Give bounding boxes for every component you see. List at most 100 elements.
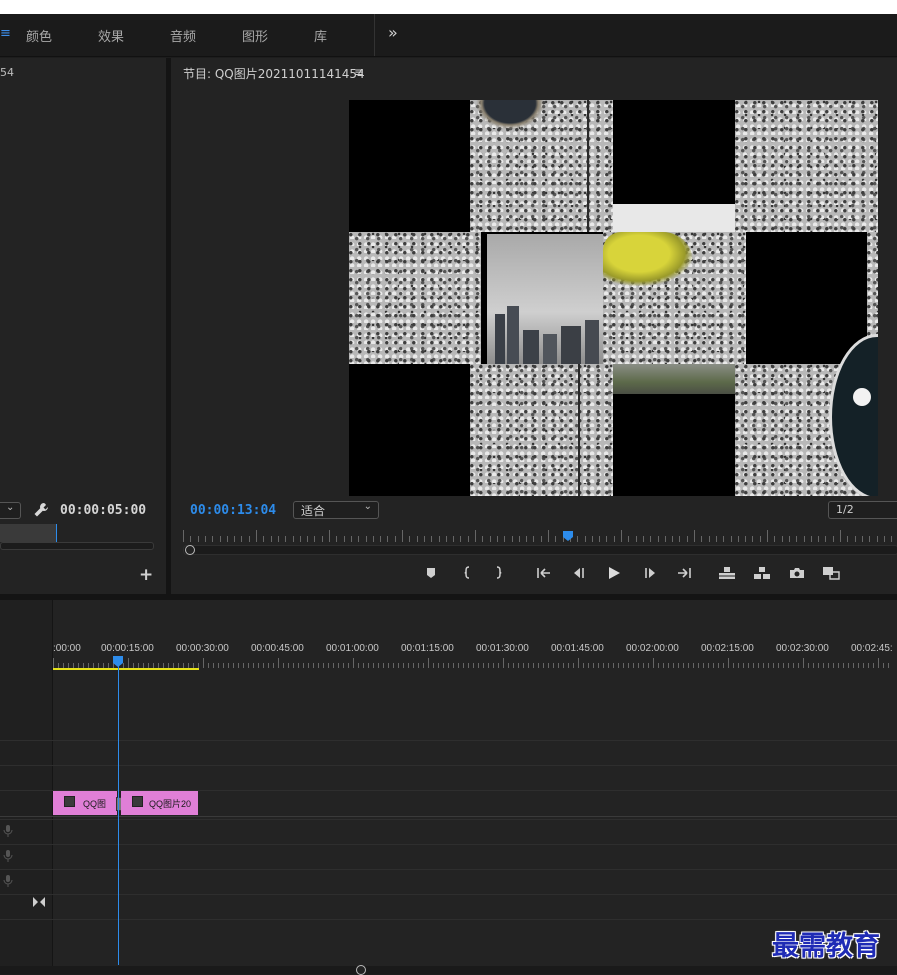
microphone-icon[interactable] xyxy=(3,875,13,887)
ruler-tick xyxy=(603,663,604,668)
ruler-tick xyxy=(508,663,509,668)
ruler-tick xyxy=(577,536,579,542)
ruler-label: 00:00:30:00 xyxy=(176,643,229,654)
ruler-tick xyxy=(431,536,433,542)
mark-out-icon[interactable] xyxy=(490,566,508,580)
ruler-tick xyxy=(323,663,324,668)
timeline-playhead-line[interactable] xyxy=(118,665,119,965)
mark-in-icon[interactable] xyxy=(458,566,476,580)
ruler-tick xyxy=(263,663,264,668)
ruler-tick xyxy=(413,663,414,668)
ruler-tick xyxy=(728,658,729,668)
export-frame-camera-icon[interactable] xyxy=(788,566,806,580)
lift-icon[interactable] xyxy=(718,566,736,580)
wrench-icon[interactable] xyxy=(33,502,49,518)
tab-color[interactable]: 颜色 xyxy=(26,26,52,45)
ruler-tick xyxy=(526,536,528,542)
comparison-view-icon[interactable] xyxy=(822,566,840,580)
ruler-tick xyxy=(423,663,424,668)
source-scrub-ruler[interactable] xyxy=(0,524,154,550)
video-tile xyxy=(613,394,735,496)
ruler-tick xyxy=(523,663,524,668)
ruler-tick xyxy=(458,663,459,668)
ruler-label: :00:00 xyxy=(53,643,81,654)
program-zoom-scrollbar[interactable] xyxy=(183,545,897,555)
go-to-out-icon[interactable] xyxy=(675,566,693,580)
ruler-label: 00:00:15:00 xyxy=(101,643,154,654)
ruler-tick xyxy=(518,536,520,542)
microphone-icon[interactable] xyxy=(3,825,13,837)
ruler-label: 00:01:45:00 xyxy=(551,643,604,654)
video-tile xyxy=(603,232,746,364)
ruler-tick xyxy=(496,536,498,542)
workspace-menu-icon[interactable]: ≡ xyxy=(0,26,11,41)
master-track-bowtie-icon[interactable] xyxy=(33,897,45,907)
more-workspaces-chevron-icon[interactable]: » xyxy=(388,23,398,42)
ruler-tick xyxy=(328,663,329,668)
step-forward-icon[interactable] xyxy=(641,566,659,580)
ruler-tick xyxy=(798,663,799,668)
program-playhead-marker[interactable] xyxy=(562,530,574,542)
extract-icon[interactable] xyxy=(753,566,771,580)
work-area-bar[interactable] xyxy=(53,668,199,670)
go-to-in-icon[interactable] xyxy=(535,566,553,580)
program-video-frame[interactable] xyxy=(349,100,878,496)
ruler-tick xyxy=(668,663,669,668)
ruler-tick xyxy=(608,663,609,668)
tab-audio[interactable]: 音频 xyxy=(170,26,196,45)
tab-effects[interactable]: 效果 xyxy=(98,26,124,45)
tab-graphics[interactable]: 图形 xyxy=(242,26,268,45)
ruler-label: 00:01:15:00 xyxy=(401,643,454,654)
ruler-tick xyxy=(715,536,717,542)
ruler-tick xyxy=(478,663,479,668)
zoom-scrollbar-handle[interactable] xyxy=(185,545,195,555)
program-panel-menu-icon[interactable]: ≡ xyxy=(354,65,364,79)
ruler-tick xyxy=(701,536,703,542)
ruler-tick xyxy=(621,530,622,542)
program-monitor-title[interactable]: 节目: QQ图片20211011141454 xyxy=(183,65,365,82)
ruler-tick xyxy=(663,663,664,668)
ruler-tick xyxy=(693,663,694,668)
ruler-tick xyxy=(808,663,809,668)
ruler-tick xyxy=(618,663,619,668)
ruler-tick xyxy=(713,663,714,668)
tab-libraries[interactable]: 库 xyxy=(314,26,327,45)
video-tile xyxy=(470,100,613,232)
add-button[interactable]: + xyxy=(139,565,153,585)
chevron-down-icon: ⌄ xyxy=(6,502,15,513)
ruler-tick xyxy=(788,663,789,668)
ruler-tick xyxy=(53,658,54,668)
ruler-tick xyxy=(233,663,234,668)
ruler-tick xyxy=(758,663,759,668)
ruler-tick xyxy=(513,663,514,668)
ruler-tick xyxy=(416,536,418,542)
ruler-tick xyxy=(372,536,374,542)
chevron-down-icon: ⌄ xyxy=(363,501,372,512)
ruler-tick xyxy=(703,663,704,668)
ruler-tick xyxy=(438,536,440,542)
ruler-tick xyxy=(299,536,301,542)
zoom-level-select[interactable]: 适合 ⌄ xyxy=(293,501,379,519)
ruler-tick xyxy=(578,658,579,668)
ruler-tick xyxy=(408,663,409,668)
program-playhead-timecode[interactable]: 00:00:13:04 xyxy=(190,503,276,518)
ruler-tick xyxy=(583,663,584,668)
timeline-horizontal-scrollbar[interactable] xyxy=(0,966,897,974)
play-icon[interactable] xyxy=(605,566,623,580)
source-zoom-dropdown[interactable]: ⌄ xyxy=(0,502,21,519)
ruler-tick xyxy=(350,536,352,542)
ruler-tick xyxy=(213,663,214,668)
ruler-tick xyxy=(313,663,314,668)
microphone-icon[interactable] xyxy=(3,850,13,862)
ruler-tick xyxy=(673,663,674,668)
playback-resolution-select[interactable]: 1/2 xyxy=(828,501,897,519)
ruler-tick xyxy=(752,536,754,542)
video-clip[interactable]: QQ图片20 xyxy=(121,791,198,815)
step-back-icon[interactable] xyxy=(570,566,588,580)
ruler-tick xyxy=(438,663,439,668)
ruler-tick xyxy=(483,663,484,668)
add-marker-icon[interactable] xyxy=(422,566,440,580)
video-clip[interactable]: QQ图 xyxy=(53,791,117,815)
program-time-ruler[interactable] xyxy=(183,530,897,544)
source-timecode[interactable]: 00:00:05:00 xyxy=(60,503,146,518)
